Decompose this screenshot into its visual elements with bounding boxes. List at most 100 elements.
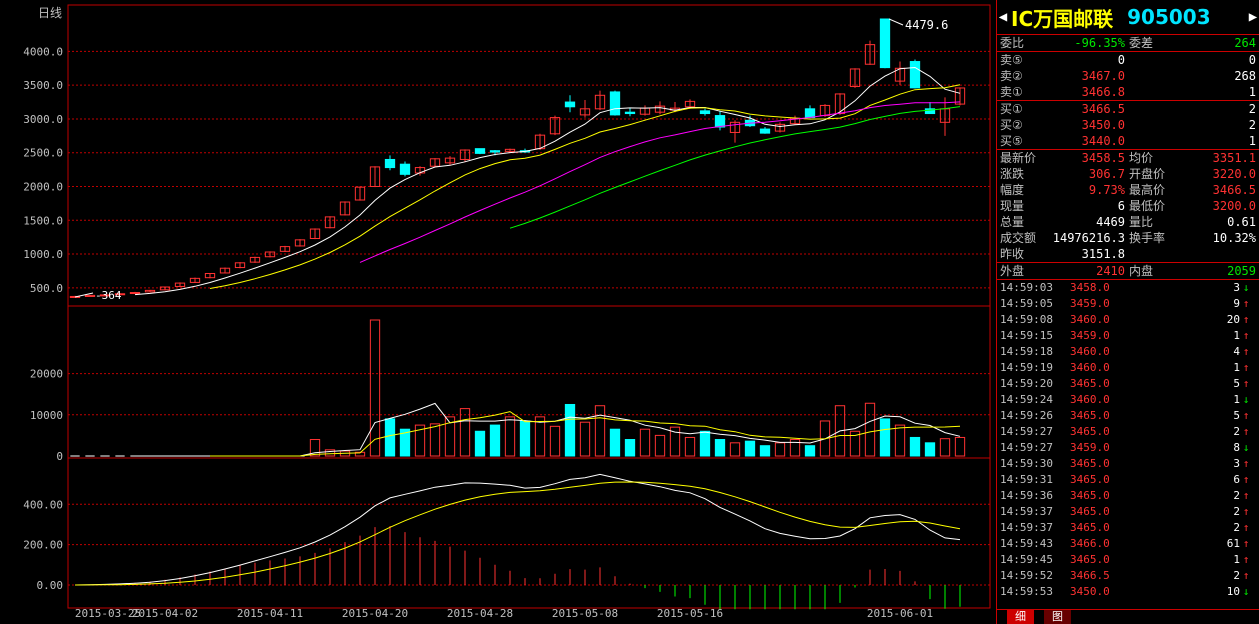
tick-row[interactable]: 14:59:03 3458.0 3 ↓ — [997, 280, 1259, 296]
tick-time: 14:59:30 — [1000, 457, 1053, 470]
price-axis-label: 500.0 — [30, 282, 63, 295]
up-arrow-icon: ↑ — [1242, 329, 1250, 342]
volume-bar — [534, 416, 546, 457]
tick-row[interactable]: 14:59:26 3465.0 5 ↑ — [997, 408, 1259, 424]
tick-volume: 1 — [1233, 329, 1240, 342]
prev-arrow-icon[interactable]: ◀ — [997, 9, 1009, 25]
buy-order-row: 买① 3466.5 2 — [997, 101, 1259, 117]
quote-title-bar: ◀ IC万国邮联 905003 ▶ — [997, 0, 1259, 35]
up-arrow-icon: ↑ — [1242, 313, 1250, 326]
tick-time: 14:59:37 — [1000, 505, 1053, 518]
next-arrow-icon[interactable]: ▶ — [1247, 9, 1259, 25]
tick-row[interactable]: 14:59:37 3465.0 2 ↑ — [997, 520, 1259, 536]
tick-volume: 1 — [1233, 393, 1240, 406]
stat-label: 总量 — [1000, 215, 1025, 229]
stat-value: 4469 — [1096, 215, 1125, 229]
volume-axis-label: 10000 — [30, 409, 63, 422]
stat-value: 9.73% — [1088, 183, 1125, 197]
tab-detail[interactable]: 细 — [1007, 610, 1034, 624]
tick-row[interactable]: 14:59:20 3465.0 5 ↑ — [997, 376, 1259, 392]
down-candle — [564, 101, 576, 108]
down-candle — [624, 111, 636, 115]
volume-bar — [429, 423, 441, 457]
macd-axis-label: 0.00 — [37, 579, 64, 592]
down-candle — [474, 148, 486, 154]
tick-list[interactable]: 14:59:03 3458.0 3 ↓ 14:59:05 3459.0 9 ↑ 14:59:08… — [997, 280, 1259, 600]
tick-price: 3458.0 — [1070, 281, 1110, 294]
tick-row[interactable]: 14:59:43 3466.0 61 ↑ — [997, 536, 1259, 552]
down-candle — [699, 110, 711, 115]
down-candle — [909, 61, 921, 89]
volume-bar — [324, 449, 336, 457]
stat-label: 成交额 — [1000, 231, 1037, 245]
tick-time: 14:59:24 — [1000, 393, 1053, 406]
down-arrow-icon: ↓ — [1242, 441, 1250, 454]
kline-chart[interactable]: 日线 4000.0 3500.0 3000.0 2500.0 2000.0 1500.0 10… — [0, 0, 996, 624]
high-pointer — [888, 18, 904, 26]
tick-row[interactable]: 14:59:15 3459.0 1 ↑ — [997, 328, 1259, 344]
tab-chart[interactable]: 图 — [1044, 610, 1071, 624]
ma20-line — [359, 101, 961, 263]
stat-label: 开盘价 — [1129, 167, 1166, 181]
price-axis-label: 2500.0 — [23, 147, 63, 160]
volume-axis-label: 20000 — [30, 368, 63, 381]
tick-row[interactable]: 14:59:05 3459.0 9 ↑ — [997, 296, 1259, 312]
tick-volume: 5 — [1233, 377, 1240, 390]
tick-time: 14:59:45 — [1000, 553, 1053, 566]
up-arrow-icon: ↑ — [1242, 521, 1250, 534]
stat-row: 涨跌 306.7 开盘价 3220.0 — [997, 166, 1259, 182]
tick-row[interactable]: 14:59:24 3460.0 1 ↓ — [997, 392, 1259, 408]
instrument-name: IC万国邮联 — [1011, 6, 1114, 31]
tick-row[interactable]: 14:59:27 3465.0 2 ↑ — [997, 424, 1259, 440]
tick-row[interactable]: 14:59:45 3465.0 1 ↑ — [997, 552, 1259, 568]
up-arrow-icon: ↑ — [1242, 297, 1250, 310]
tick-row[interactable]: 14:59:52 3466.5 2 ↑ — [997, 568, 1259, 584]
quote-stats: 最新价 3458.5 均价 3351.1 涨跌 306.7 开盘价 3220.0 幅度 9.73%… — [997, 150, 1259, 263]
outer-label: 外盘 — [1000, 264, 1025, 278]
tick-row[interactable]: 14:59:18 3460.0 4 ↑ — [997, 344, 1259, 360]
stat-row: 总量 4469 量比 0.61 — [997, 214, 1259, 230]
sell-order-price: 0 — [1117, 53, 1125, 67]
tick-row[interactable]: 14:59:27 3459.0 8 ↓ — [997, 440, 1259, 456]
tick-row[interactable]: 14:59:37 3465.0 2 ↑ — [997, 504, 1259, 520]
tick-time: 14:59:03 — [1000, 281, 1053, 294]
down-candle — [804, 108, 816, 119]
volume-bar — [924, 442, 936, 457]
buy-order-volume: 1 — [1248, 134, 1256, 148]
date-axis-label: 2015-05-16 — [657, 607, 723, 620]
kline-chart-area[interactable]: 日线 4000.0 3500.0 3000.0 2500.0 2000.0 1500.0 10… — [0, 0, 996, 624]
price-axis-label: 1000.0 — [23, 248, 63, 261]
tick-price: 3460.0 — [1070, 345, 1110, 358]
ma5-line — [134, 66, 961, 296]
price-axis-label: 2000.0 — [23, 180, 63, 193]
weicha-label: 委差 — [1129, 36, 1154, 50]
tick-price: 3465.0 — [1070, 425, 1110, 438]
tick-row[interactable]: 14:59:30 3465.0 3 ↑ — [997, 456, 1259, 472]
stat-row: 最新价 3458.5 均价 3351.1 — [997, 150, 1259, 166]
tick-row[interactable]: 14:59:36 3465.0 2 ↑ — [997, 488, 1259, 504]
volume-bar — [489, 424, 501, 457]
tick-row[interactable]: 14:59:53 3450.0 10 ↓ — [997, 584, 1259, 600]
up-arrow-icon: ↑ — [1242, 569, 1250, 582]
high-price-label: 4479.6 — [905, 18, 948, 32]
tick-price: 3465.0 — [1070, 473, 1110, 486]
tick-price: 3459.0 — [1070, 441, 1110, 454]
tick-row[interactable]: 14:59:08 3460.0 20 ↑ — [997, 312, 1259, 328]
stat-value: 3458.5 — [1081, 151, 1125, 165]
sell-order-row: 卖① 3466.8 1 — [997, 84, 1259, 100]
tick-row[interactable]: 14:59:19 3460.0 1 ↑ — [997, 360, 1259, 376]
volume-bar — [519, 420, 531, 457]
stat-row: 成交额 14976216.3 换手率 10.32% — [997, 230, 1259, 246]
volume-bar — [909, 436, 921, 457]
tick-time: 14:59:20 — [1000, 377, 1053, 390]
buy-orders: 买① 3466.5 2 买② 3450.0 2 买⑤ 3440.0 1 — [997, 101, 1259, 150]
tick-row[interactable]: 14:59:31 3465.0 6 ↑ — [997, 472, 1259, 488]
stat-value: 0.61 — [1227, 215, 1256, 229]
tick-volume: 8 — [1233, 441, 1240, 454]
volume-bar — [879, 418, 891, 457]
up-candle — [129, 292, 141, 295]
dif-line — [74, 473, 961, 586]
tick-volume: 4 — [1233, 345, 1240, 358]
stat-value: 3151.8 — [1081, 247, 1125, 261]
stat-label: 换手率 — [1129, 231, 1166, 245]
